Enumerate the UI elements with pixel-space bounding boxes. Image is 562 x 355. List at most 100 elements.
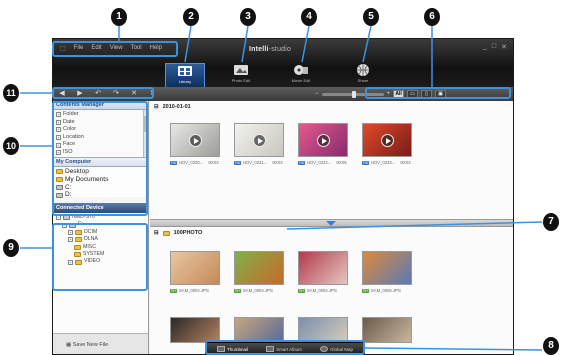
app-title: Intelli-studio bbox=[249, 46, 292, 53]
file-type-badge: SR bbox=[234, 288, 241, 293]
window-controls: _ □ ✕ bbox=[483, 43, 507, 51]
pane-splitter[interactable] bbox=[150, 219, 513, 227]
photo-edit-icon bbox=[234, 65, 248, 75]
thumbnail-image[interactable] bbox=[170, 251, 220, 285]
callout-2: 2 bbox=[183, 8, 199, 26]
duration: 00:02 bbox=[208, 160, 219, 165]
mode-tab-label: Movie Edit bbox=[291, 78, 311, 83]
file-name: SAM_0003.JPG bbox=[243, 288, 274, 293]
file-type-badge: SR bbox=[298, 288, 305, 293]
callout-5: 5 bbox=[363, 8, 379, 26]
thumbnail-caption: SR SAM_0002.JPG bbox=[170, 288, 220, 293]
file-type-badge: HD bbox=[362, 160, 370, 165]
photo-thumbnail[interactable]: SR SAM_0004.JPG bbox=[298, 251, 348, 293]
thumbnail-image[interactable] bbox=[298, 251, 348, 285]
minimize-button[interactable]: _ bbox=[483, 43, 487, 51]
duration: 00:05 bbox=[336, 160, 347, 165]
save-new-file-button[interactable]: ▦ Save New File bbox=[53, 333, 148, 354]
video-thumbnail-list: HD HDV_0230... 00:02 HD HDV_0231... 00:02 HD HD… bbox=[170, 123, 412, 165]
folder-icon bbox=[162, 230, 170, 236]
zoom-slider-knob[interactable] bbox=[351, 90, 356, 98]
callout-7: 7 bbox=[543, 213, 559, 231]
share-globe-icon bbox=[357, 64, 369, 76]
splitter-arrow-icon[interactable] bbox=[326, 221, 336, 226]
file-name: HDV_0231... bbox=[243, 160, 268, 165]
date-group-pane: ⊟ 2010-01-01 HD HDV_0230... 00:02 HD HDV_023… bbox=[150, 101, 513, 219]
mode-tab-movie-edit[interactable]: Movie Edit bbox=[281, 63, 321, 87]
save-new-file-label: Save New File bbox=[72, 342, 109, 348]
play-icon[interactable] bbox=[317, 134, 330, 147]
file-type-badge: SR bbox=[170, 288, 177, 293]
thumbnail-caption: HD HDV_0231... 00:02 bbox=[234, 160, 284, 165]
thumbnail-image[interactable] bbox=[298, 123, 348, 157]
content-area: ⊟ 2010-01-01 HD HDV_0230... 00:02 HD HDV_023… bbox=[150, 101, 513, 354]
photo-thumbnail[interactable] bbox=[362, 317, 412, 343]
collapse-icon[interactable]: ⊟ bbox=[154, 104, 159, 110]
mode-tab-label: Share bbox=[357, 78, 369, 83]
library-icon bbox=[178, 66, 192, 76]
photo-thumbnail[interactable]: SR SAM_0003.JPG bbox=[234, 251, 284, 293]
thumbnail-image[interactable] bbox=[234, 251, 284, 285]
highlight-contents-manager bbox=[52, 101, 148, 216]
file-name: HDV_0233... bbox=[371, 160, 396, 165]
mode-tab-share[interactable]: Share bbox=[343, 63, 383, 87]
callout-11: 11 bbox=[3, 84, 19, 102]
thumbnail-image[interactable] bbox=[362, 251, 412, 285]
video-thumbnail[interactable]: HD HDV_0232... 00:05 bbox=[298, 123, 348, 165]
video-thumbnail[interactable]: HD HDV_0230... 00:02 bbox=[170, 123, 220, 165]
play-icon[interactable] bbox=[189, 134, 202, 147]
mode-tab-label: Library bbox=[178, 79, 192, 84]
highlight-bottom-tabs bbox=[205, 340, 365, 355]
mode-tab-photo-edit[interactable]: Photo Edit bbox=[221, 63, 261, 87]
callout-6: 6 bbox=[424, 8, 440, 26]
photo-thumbnail[interactable]: SR SAM_0002.JPG bbox=[170, 251, 220, 293]
highlight-toolbar bbox=[52, 87, 154, 99]
play-icon[interactable] bbox=[253, 134, 266, 147]
callout-10: 10 bbox=[3, 137, 19, 155]
folder-group-pane: ⊟ 100PHOTO SR SAM_0002.JPG SR SAM_0003.JPG S… bbox=[150, 227, 513, 354]
file-name: SAM_0005.JPG bbox=[371, 288, 402, 293]
mode-tab-library[interactable]: Library bbox=[165, 63, 205, 87]
callout-3: 3 bbox=[240, 8, 256, 26]
thumbnail-caption: SR SAM_0003.JPG bbox=[234, 288, 284, 293]
thumbnail-image[interactable] bbox=[362, 123, 412, 157]
thumbnail-caption: HD HDV_0233... 00:02 bbox=[362, 160, 412, 165]
movie-edit-icon bbox=[294, 65, 308, 75]
manual-figure: ⬚ File Edit View Tool Help Intelli-studi… bbox=[0, 0, 562, 355]
callout-8: 8 bbox=[543, 337, 559, 355]
thumbnail-caption: HD HDV_0232... 00:05 bbox=[298, 160, 348, 165]
callout-9: 9 bbox=[3, 239, 19, 257]
play-icon[interactable] bbox=[381, 134, 394, 147]
file-type-badge: HD bbox=[298, 160, 306, 165]
folder-group-label: 100PHOTO bbox=[173, 230, 203, 236]
file-name: HDV_0230... bbox=[179, 160, 204, 165]
maximize-button[interactable]: □ bbox=[492, 43, 496, 51]
file-type-badge: HD bbox=[170, 160, 178, 165]
file-name: SAM_0002.JPG bbox=[179, 288, 210, 293]
callout-4: 4 bbox=[301, 8, 317, 26]
highlight-menu-bar bbox=[52, 41, 178, 57]
file-name: HDV_0232... bbox=[307, 160, 332, 165]
collapse-icon[interactable]: ⊟ bbox=[154, 230, 159, 236]
thumbnail-image[interactable] bbox=[170, 123, 220, 157]
save-icon: ▦ bbox=[66, 342, 73, 348]
file-name: SAM_0004.JPG bbox=[307, 288, 338, 293]
date-group-header: ⊟ 2010-01-01 bbox=[154, 104, 191, 110]
duration: 00:02 bbox=[272, 160, 283, 165]
folder-group-header: ⊟ 100PHOTO bbox=[154, 230, 202, 236]
video-thumbnail[interactable]: HD HDV_0231... 00:02 bbox=[234, 123, 284, 165]
thumbnail-caption: SR SAM_0004.JPG bbox=[298, 288, 348, 293]
video-thumbnail[interactable]: HD HDV_0233... 00:02 bbox=[362, 123, 412, 165]
thumbnail-caption: HD HDV_0230... 00:02 bbox=[170, 160, 220, 165]
file-type-badge: SR bbox=[362, 288, 369, 293]
date-group-label: 2010-01-01 bbox=[162, 104, 191, 110]
thumbnail-image[interactable] bbox=[234, 123, 284, 157]
duration: 00:02 bbox=[400, 160, 411, 165]
file-type-badge: HD bbox=[234, 160, 242, 165]
photo-thumbnail[interactable]: SR SAM_0005.JPG bbox=[362, 251, 412, 293]
thumbnail-caption: SR SAM_0005.JPG bbox=[362, 288, 412, 293]
close-button[interactable]: ✕ bbox=[501, 43, 507, 51]
zoom-out-icon[interactable]: − bbox=[315, 91, 319, 97]
highlight-connected-device bbox=[52, 223, 148, 291]
highlight-view-controls bbox=[365, 87, 511, 99]
